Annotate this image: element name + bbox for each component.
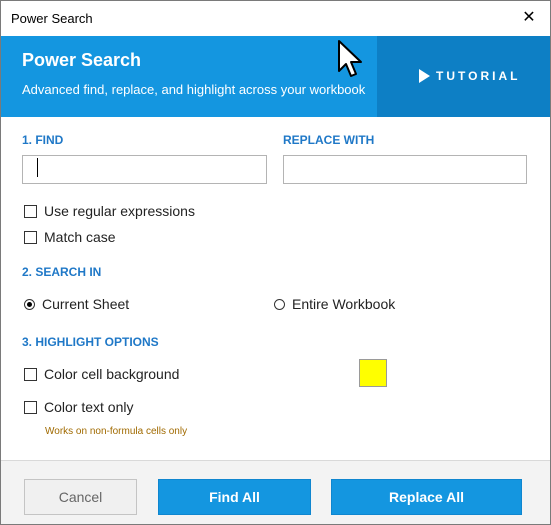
color-background-option[interactable]: Color cell background xyxy=(24,366,179,382)
color-background-label: Color cell background xyxy=(44,366,180,382)
play-icon xyxy=(419,69,430,83)
entire-workbook-radio[interactable] xyxy=(274,298,285,310)
highlight-options-label: 3. HIGHLIGHT OPTIONS xyxy=(22,335,159,349)
window-title: Power Search xyxy=(11,11,93,26)
regex-label: Use regular expressions xyxy=(44,203,195,219)
text-caret xyxy=(37,158,38,177)
current-sheet-radio[interactable] xyxy=(24,298,35,310)
match-case-option[interactable]: Match case xyxy=(24,229,116,245)
current-sheet-label: Current Sheet xyxy=(42,296,130,312)
color-text-label: Color text only xyxy=(44,399,134,415)
replace-input[interactable] xyxy=(283,155,527,184)
highlight-color-swatch[interactable] xyxy=(359,359,387,387)
color-background-checkbox[interactable] xyxy=(24,367,37,381)
match-case-checkbox[interactable] xyxy=(24,230,37,244)
power-search-dialog: Power Search ✕ Power Search Advanced fin… xyxy=(0,0,551,525)
mouse-pointer-icon xyxy=(338,40,362,77)
regex-option[interactable]: Use regular expressions xyxy=(24,203,195,219)
match-case-label: Match case xyxy=(44,229,116,245)
find-all-button[interactable]: Find All xyxy=(158,479,311,515)
current-sheet-option[interactable]: Current Sheet xyxy=(24,296,129,312)
banner-title: Power Search xyxy=(22,50,142,70)
banner-subtitle: Advanced find, replace, and highlight ac… xyxy=(22,82,366,97)
search-in-label: 2. SEARCH IN xyxy=(22,265,102,279)
replace-label: REPLACE WITH xyxy=(283,133,375,147)
close-icon[interactable]: ✕ xyxy=(516,6,542,30)
cancel-button[interactable]: Cancel xyxy=(24,479,137,515)
header-banner: Power Search Advanced find, replace, and… xyxy=(1,36,550,117)
replace-all-button[interactable]: Replace All xyxy=(331,479,522,515)
tutorial-button[interactable]: TUTORIAL xyxy=(377,36,550,117)
color-text-option[interactable]: Color text only xyxy=(24,399,133,415)
entire-workbook-label: Entire Workbook xyxy=(292,296,396,312)
find-label: 1. FIND xyxy=(22,133,64,147)
tutorial-label: TUTORIAL xyxy=(436,69,521,83)
regex-checkbox[interactable] xyxy=(24,204,37,218)
find-input[interactable] xyxy=(22,155,267,184)
entire-workbook-option[interactable]: Entire Workbook xyxy=(274,296,395,312)
formula-note: Works on non-formula cells only xyxy=(45,426,188,437)
title-bar: Power Search ✕ xyxy=(1,1,550,36)
color-text-checkbox[interactable] xyxy=(24,400,37,414)
